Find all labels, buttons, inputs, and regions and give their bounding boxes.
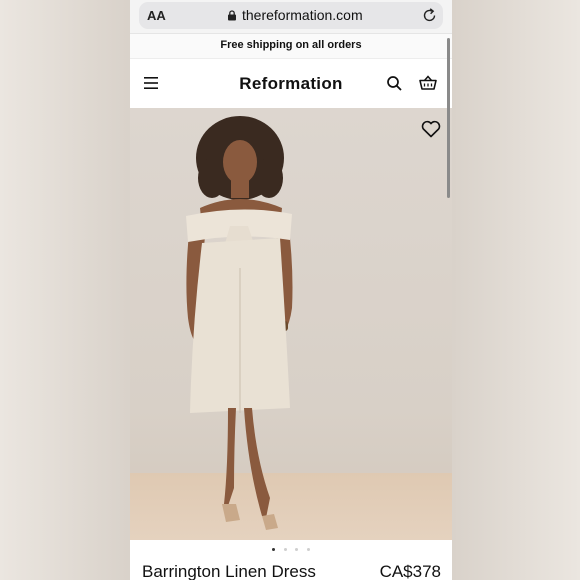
model-figure <box>186 116 293 530</box>
url-text: thereformation.com <box>242 7 363 23</box>
promo-banner: Free shipping on all orders <box>130 34 452 59</box>
carousel-indicator <box>130 548 452 554</box>
product-name: Barrington Linen Dress <box>142 562 316 580</box>
site-header: Reformation <box>130 62 452 108</box>
search-icon[interactable] <box>386 75 403 92</box>
shopping-bag-icon[interactable] <box>419 75 437 92</box>
phone-screen: AA thereformation.com Free shipping on a… <box>130 0 452 580</box>
page-scrollbar[interactable] <box>447 38 450 198</box>
heart-icon[interactable] <box>421 120 441 138</box>
carousel-dot[interactable] <box>306 548 310 551</box>
carousel-dot[interactable] <box>283 548 287 551</box>
browser-address-bar: AA thereformation.com <box>130 0 452 34</box>
brand-logo[interactable]: Reformation <box>130 74 452 94</box>
carousel-dot[interactable] <box>272 548 276 551</box>
carousel-dot[interactable] <box>295 548 299 551</box>
url-field[interactable]: AA thereformation.com <box>139 2 443 29</box>
text-size-button[interactable]: AA <box>147 8 166 23</box>
product-image[interactable] <box>130 108 452 540</box>
lock-icon <box>228 10 236 21</box>
reload-icon[interactable] <box>421 7 438 24</box>
product-price: CA$378 <box>379 562 441 580</box>
